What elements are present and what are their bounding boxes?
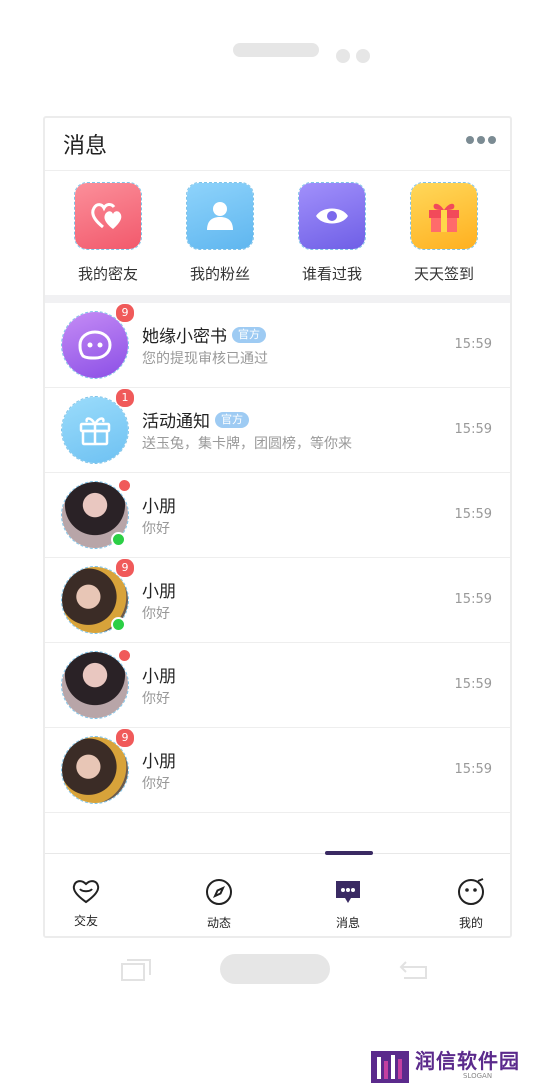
online-indicator <box>111 532 126 547</box>
tab-moments[interactable]: 动态 <box>184 878 254 931</box>
compass-icon <box>206 879 232 905</box>
last-message: 您的提现审核已通过 <box>142 351 268 367</box>
online-indicator <box>111 617 126 632</box>
message-time: 15:59 <box>454 337 492 352</box>
avatar <box>61 651 129 719</box>
name-text: 她缘小密书 <box>142 327 227 347</box>
quick-action-label: 我的密友 <box>77 265 138 283</box>
tab-label: 消息 <box>335 916 360 930</box>
chat-bot-icon <box>78 330 112 360</box>
quick-action-fans[interactable]: 我的粉丝 <box>177 182 263 284</box>
gift-icon <box>79 417 111 446</box>
conversation-name: 小朋 <box>142 667 176 687</box>
conversation-row[interactable]: 小朋 你好 15:59 <box>45 473 510 558</box>
face-icon <box>458 878 484 905</box>
message-icon <box>336 881 360 903</box>
unread-badge: 9 <box>115 728 135 748</box>
last-message: 你好 <box>142 776 170 792</box>
official-tag: 官方 <box>232 326 266 343</box>
page-title: 消息 <box>63 134 108 159</box>
avatar <box>61 736 129 804</box>
avatar <box>61 311 129 379</box>
unread-badge: 9 <box>115 303 135 323</box>
home-button[interactable] <box>220 954 330 984</box>
logo-slogan: SLOGAN <box>463 1072 493 1080</box>
tab-label: 动态 <box>206 916 231 930</box>
quick-action-daily-checkin[interactable]: 天天签到 <box>401 182 487 284</box>
quick-action-label: 天天签到 <box>413 265 474 283</box>
tab-label: 交友 <box>73 914 98 928</box>
conversation-row[interactable]: 1 活动通知 官方 送玉兔，集卡牌，团圆榜，等你来 15:59 <box>45 388 510 473</box>
active-tab-indicator <box>325 851 373 855</box>
conversation-row[interactable]: 9 她缘小密书 官方 您的提现审核已通过 15:59 <box>45 303 510 388</box>
tab-messages[interactable]: 消息 <box>313 878 383 931</box>
gift-box-icon <box>410 182 478 250</box>
person-icon <box>186 182 254 250</box>
last-message: 你好 <box>142 521 170 537</box>
unread-badge: 1 <box>115 388 135 408</box>
tab-friends[interactable]: 交友 <box>51 878 121 929</box>
quick-action-close-friends[interactable]: 我的密友 <box>65 182 151 284</box>
conversation-name: 小朋 <box>142 752 176 772</box>
last-message: 你好 <box>142 691 170 707</box>
quick-action-label: 谁看过我 <box>301 265 362 283</box>
last-message: 你好 <box>142 606 170 622</box>
tab-me[interactable]: 我的 <box>436 878 506 931</box>
message-time: 15:59 <box>454 677 492 692</box>
conversation-name: 活动通知 官方 <box>142 407 249 432</box>
more-icon[interactable] <box>466 136 496 144</box>
bottom-tab-bar: 交友 动态 消息 我的 <box>45 851 510 936</box>
logo-text: 润信软件园 <box>415 1049 520 1073</box>
conversation-name: 小朋 <box>142 497 176 517</box>
conversation-name: 小朋 <box>142 582 176 602</box>
avatar <box>61 396 129 464</box>
eye-icon <box>298 182 366 250</box>
heart-chat-icon <box>72 880 100 904</box>
phone-screen: 消息 我的密友 我的粉丝 谁看过我 天天签到 9 她缘小密书 官方 您的提现审核… <box>43 116 512 938</box>
conversation-list: 9 她缘小密书 官方 您的提现审核已通过 15:59 1 活动通知 官方 送玉兔，集… <box>45 303 510 813</box>
conversation-row[interactable]: 小朋 你好 15:59 <box>45 643 510 728</box>
message-time: 15:59 <box>454 507 492 522</box>
official-tag: 官方 <box>215 411 249 428</box>
phone-sensor <box>356 49 370 63</box>
message-time: 15:59 <box>454 762 492 777</box>
quick-actions: 我的密友 我的粉丝 谁看过我 天天签到 <box>45 171 510 291</box>
phone-camera <box>336 49 350 63</box>
phone-speaker <box>233 43 319 57</box>
hearts-icon <box>74 182 142 250</box>
unread-dot <box>118 479 131 492</box>
message-time: 15:59 <box>454 592 492 607</box>
last-message: 送玉兔，集卡牌，团圆榜，等你来 <box>142 436 352 452</box>
section-divider <box>45 295 510 303</box>
conversation-name: 她缘小密书 官方 <box>142 322 266 347</box>
name-text: 活动通知 <box>142 412 210 432</box>
logo-mark <box>371 1051 409 1083</box>
unread-dot <box>118 649 131 662</box>
top-bar: 消息 <box>45 118 510 171</box>
recent-apps-icon[interactable] <box>120 958 152 982</box>
back-icon[interactable] <box>398 958 430 982</box>
unread-badge: 9 <box>115 558 135 578</box>
quick-action-label: 我的粉丝 <box>189 265 250 283</box>
quick-action-visitors[interactable]: 谁看过我 <box>289 182 375 284</box>
conversation-row[interactable]: 9 小朋 你好 15:59 <box>45 558 510 643</box>
brand-logo: 润信软件园 SLOGAN <box>371 1045 531 1083</box>
message-time: 15:59 <box>454 422 492 437</box>
conversation-row[interactable]: 9 小朋 你好 15:59 <box>45 728 510 813</box>
tab-label: 我的 <box>458 916 483 930</box>
